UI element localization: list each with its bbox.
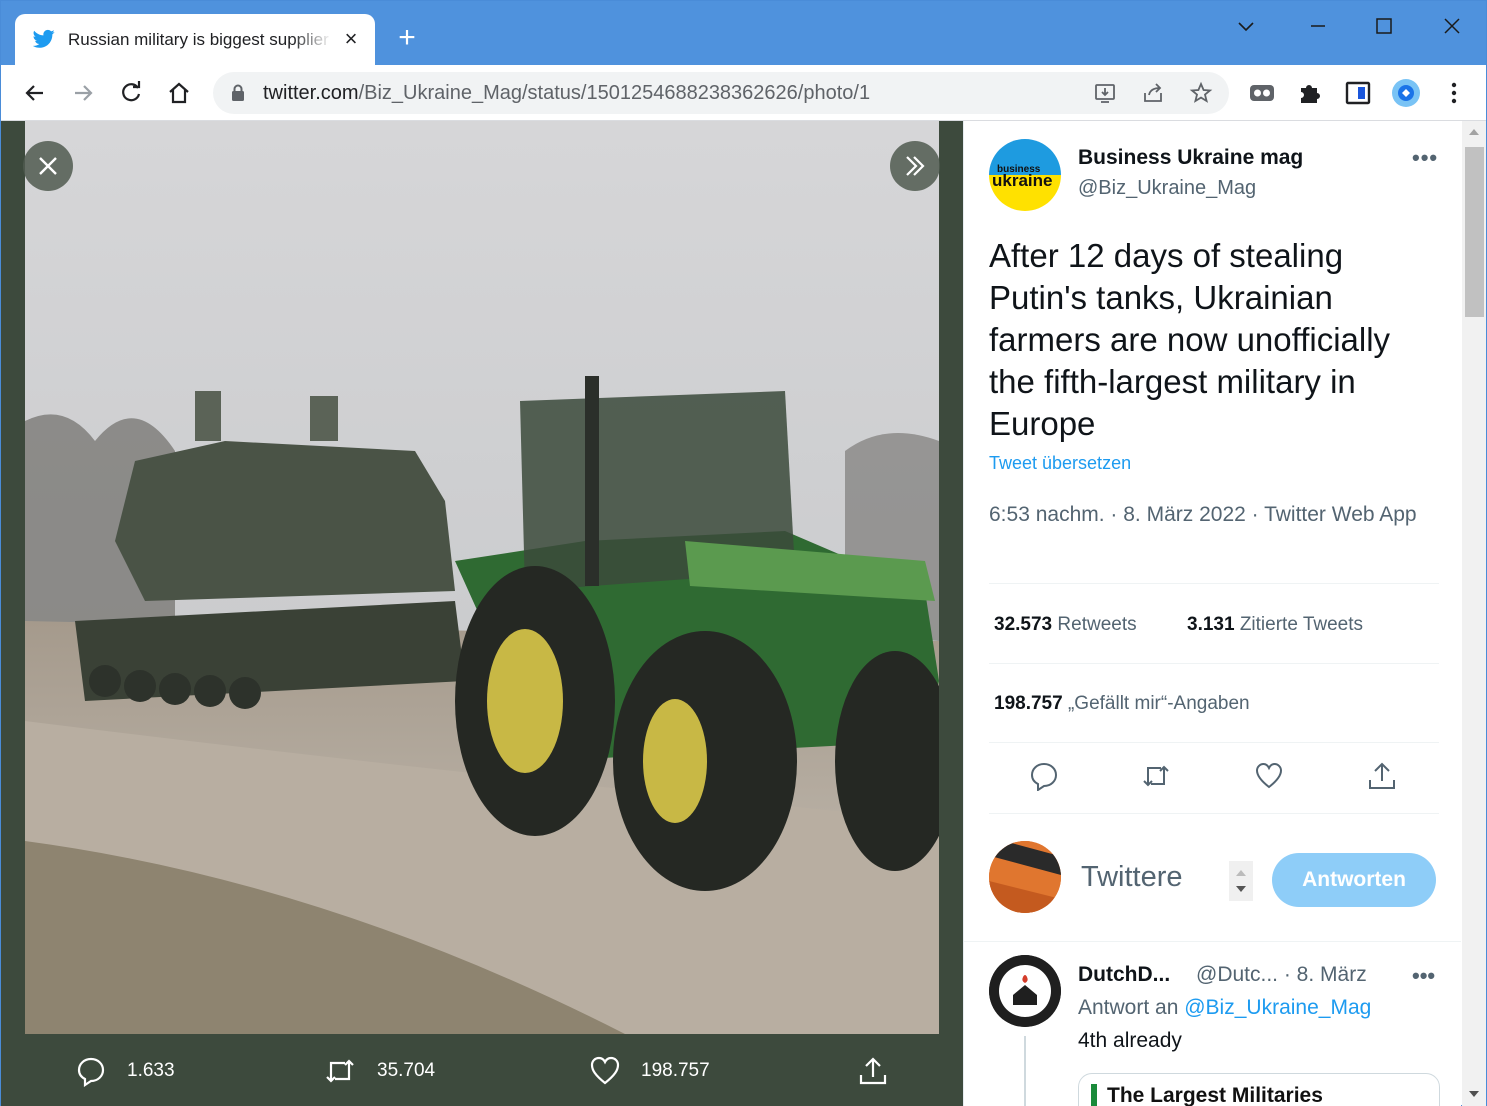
user-avatar-image — [989, 841, 1061, 913]
reload-icon[interactable] — [117, 79, 145, 107]
extensions-puzzle-icon[interactable] — [1296, 79, 1324, 107]
media-retweet-count: 35.704 — [377, 1060, 436, 1081]
reply-bubble-icon — [77, 1057, 105, 1087]
reply-author-name[interactable]: DutchD... — [1078, 963, 1170, 987]
tweet-timestamp[interactable]: 6:53 nachm. · 8. März 2022 · Twitter Web… — [989, 499, 1429, 530]
retweets-stat[interactable]: 32.573 Retweets — [994, 614, 1137, 636]
divider — [989, 583, 1439, 584]
card-title: The Largest Militaries — [1091, 1084, 1323, 1106]
bookmark-star-icon[interactable] — [1189, 81, 1213, 105]
tweet-photo[interactable] — [25, 121, 939, 1034]
media-share-button[interactable] — [857, 1055, 909, 1087]
scroll-up-arrow-icon[interactable] — [1468, 127, 1480, 137]
reply-author-handle[interactable]: @Dutc... · 8. März — [1196, 963, 1367, 987]
kebab-menu-icon[interactable] — [1440, 79, 1468, 107]
new-tab-icon[interactable]: + — [394, 23, 420, 53]
up-down-arrows-icon — [1236, 870, 1246, 892]
expand-panel-button[interactable] — [890, 141, 940, 191]
like-heart-icon[interactable] — [1254, 761, 1284, 791]
author-avatar[interactable]: business ukraine — [989, 139, 1061, 211]
url-host: twitter.com — [263, 82, 359, 104]
close-media-button[interactable] — [23, 141, 73, 191]
tweet-detail-panel: business ukraine Business Ukraine mag @B… — [963, 121, 1461, 1106]
reply-attached-card[interactable]: The Largest Militaries — [1078, 1073, 1440, 1106]
tab-search-icon[interactable] — [1233, 13, 1259, 39]
tractor-towing-tank-image — [25, 121, 939, 1034]
divider — [964, 941, 1461, 942]
maximize-icon[interactable] — [1371, 13, 1397, 39]
svg-text:ukraine: ukraine — [992, 171, 1052, 190]
quote-tweets-stat[interactable]: 3.131 Zitierte Tweets — [1187, 614, 1363, 636]
compose-resize-spinner[interactable] — [1229, 861, 1253, 901]
reply-text: 4th already — [1078, 1029, 1182, 1052]
url-path: /Biz_Ukraine_Mag/status/1501254688238362… — [358, 82, 871, 104]
anti-fascist-badge-logo — [989, 955, 1061, 1027]
reply-author-avatar[interactable] — [989, 955, 1061, 1027]
close-window-icon[interactable] — [1439, 13, 1465, 39]
address-bar[interactable]: twitter.com/Biz_Ukraine_Mag/status/15012… — [213, 72, 1229, 114]
forward-arrow-icon[interactable] — [69, 79, 97, 107]
scroll-thumb[interactable] — [1465, 147, 1484, 317]
home-icon[interactable] — [165, 79, 193, 107]
media-like-count: 198.757 — [641, 1060, 710, 1081]
url-text[interactable]: twitter.com/Biz_Ukraine_Mag/status/15012… — [263, 82, 870, 105]
reply-date[interactable]: · 8. März — [1284, 963, 1367, 986]
double-chevron-right-icon — [906, 156, 925, 176]
minimize-icon[interactable] — [1305, 13, 1331, 39]
tab-title: Russian military is biggest supplier of — [68, 30, 332, 49]
translate-tweet-link[interactable]: Tweet übersetzen — [989, 453, 1131, 474]
tab-strip: Russian military is biggest supplier of … — [1, 1, 1486, 65]
divider — [989, 742, 1439, 743]
close-icon — [39, 157, 57, 175]
author-handle[interactable]: @Biz_Ukraine_Mag — [1078, 177, 1256, 200]
current-user-avatar[interactable] — [989, 841, 1061, 913]
media-action-bar: 1.633 35.704 198.757 — [1, 1041, 963, 1106]
back-arrow-icon[interactable] — [21, 79, 49, 107]
media-reply-button[interactable]: 1.633 — [75, 1055, 175, 1087]
share-icon[interactable] — [1141, 81, 1165, 105]
reply-to-handle-link[interactable]: @Biz_Ukraine_Mag — [1184, 996, 1371, 1019]
author-name[interactable]: Business Ukraine mag — [1078, 146, 1303, 170]
twitter-bird-icon — [33, 29, 55, 48]
reply-more-options-icon[interactable]: ••• — [1412, 963, 1435, 989]
browser-toolbar: twitter.com/Biz_Ukraine_Mag/status/15012… — [1, 65, 1486, 121]
reply-submit-button[interactable]: Antworten — [1272, 853, 1436, 907]
more-options-icon[interactable]: ••• — [1412, 145, 1438, 171]
business-ukraine-logo: business ukraine — [989, 139, 1061, 211]
lock-icon[interactable] — [231, 84, 245, 102]
scroll-down-arrow-icon[interactable] — [1468, 1089, 1480, 1099]
browser-window: Russian military is biggest supplier of … — [0, 0, 1487, 1106]
share-icon[interactable] — [1367, 761, 1397, 791]
media-reply-count: 1.633 — [127, 1060, 175, 1081]
share-upload-icon — [859, 1057, 887, 1085]
retweet-icon — [326, 1059, 354, 1083]
divider — [989, 663, 1439, 664]
media-retweet-button[interactable]: 35.704 — [323, 1055, 435, 1087]
media-viewer: 1.633 35.704 198.757 — [1, 121, 963, 1106]
media-like-button[interactable]: 198.757 — [589, 1055, 710, 1087]
likes-stat[interactable]: 198.757 „Gefällt mir“-Angaben — [994, 693, 1250, 715]
reply-compose-input[interactable]: Twittere — [1081, 861, 1183, 894]
browser-tab[interactable]: Russian military is biggest supplier of … — [15, 14, 375, 65]
reading-mode-icon[interactable] — [1344, 79, 1372, 107]
retweet-icon[interactable] — [1141, 761, 1171, 791]
tweet-text: After 12 days of stealing Putin's tanks,… — [989, 237, 1391, 442]
heart-icon — [590, 1056, 620, 1085]
profile-avatar-icon[interactable] — [1392, 79, 1420, 107]
thread-connector-line — [1024, 1036, 1026, 1106]
install-app-icon[interactable] — [1093, 81, 1117, 105]
extension-glasses-icon[interactable] — [1248, 79, 1276, 107]
reply-icon[interactable] — [1029, 761, 1059, 791]
tab-close-icon[interactable]: × — [340, 28, 362, 50]
panel-scrollbar[interactable] — [1462, 121, 1486, 1106]
reply-to-line: Antwort an @Biz_Ukraine_Mag — [1078, 996, 1372, 1019]
divider — [989, 813, 1439, 814]
